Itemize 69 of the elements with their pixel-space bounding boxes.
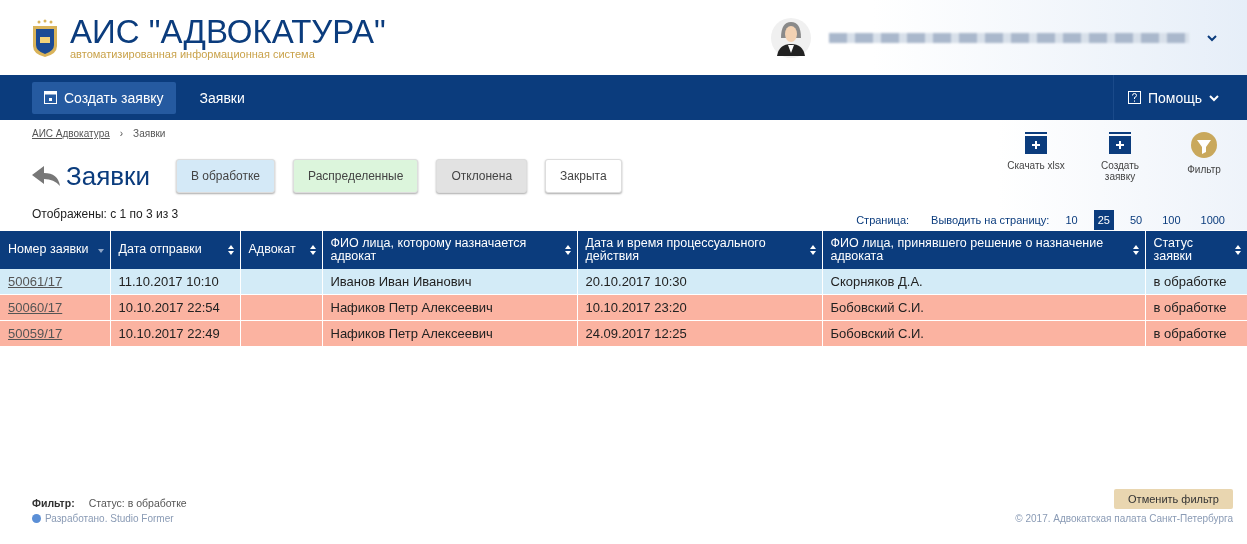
sort-icon[interactable]	[1233, 245, 1242, 255]
page-size-option[interactable]: 25	[1093, 210, 1114, 230]
sort-icon[interactable]	[308, 245, 317, 255]
breadcrumb-separator: ›	[119, 128, 124, 139]
breadcrumb-link[interactable]: АИС Адвокатура	[32, 128, 110, 139]
avatar-icon[interactable]	[771, 15, 811, 60]
page-label: Страница:	[856, 214, 910, 226]
table-cell: в обработке	[1145, 294, 1247, 321]
table-cell: 10.10.2017 23:20	[577, 294, 822, 321]
action-button[interactable]: Скачать xlsx	[1005, 132, 1067, 182]
app-title: АИС "АДВОКАТУРА"	[70, 15, 386, 48]
status-filter-button[interactable]: Распределенные	[293, 159, 419, 193]
filter-icon	[1191, 132, 1217, 158]
help-icon	[1127, 91, 1141, 104]
status-filter-button[interactable]: В обработке	[175, 159, 276, 193]
column-header[interactable]: Адвокат	[240, 231, 322, 269]
page-size-option[interactable]: 100	[1158, 210, 1185, 230]
request-link[interactable]: 50059/17	[8, 326, 63, 341]
table-cell: в обработке	[1145, 269, 1247, 295]
table-cell: Бобовский С.И.	[822, 294, 1145, 321]
page-size-option[interactable]: 10	[1061, 210, 1082, 230]
copyright-text: © 2017. Адвокатская палата Санкт-Петербурга	[1015, 513, 1233, 524]
table-cell: Нафиков Петр Алексеевич	[322, 294, 577, 321]
table-cell: 11.10.2017 10:10	[110, 269, 240, 295]
status-filter-button[interactable]: Закрыта	[545, 159, 622, 193]
filter-value: Статус: в обработке	[88, 497, 187, 509]
breadcrumb-current: Заявки	[133, 128, 166, 139]
action-button[interactable]: Фильтр	[1173, 132, 1235, 182]
plus-square-icon	[1109, 132, 1131, 154]
create-request-button[interactable]: Создать заявку	[32, 81, 176, 114]
table-cell: 10.10.2017 22:49	[110, 320, 240, 347]
request-link[interactable]: 50061/17	[8, 274, 63, 289]
table-cell: Нафиков Петр Алексеевич	[322, 320, 577, 347]
sort-icon[interactable]	[226, 245, 235, 255]
filter-label: Фильтр:	[32, 497, 75, 509]
shown-count: Отображены: с 1 по 3 из 3	[32, 207, 180, 221]
page-size-option[interactable]: 1000	[1196, 210, 1229, 230]
column-header[interactable]: Статус заявки	[1145, 231, 1247, 269]
page-size-option[interactable]: 50	[1125, 210, 1147, 230]
column-header[interactable]: ФИО лица, которому назначается адвокат	[322, 231, 577, 269]
sort-icon[interactable]	[1131, 245, 1140, 255]
plus-square-icon	[44, 91, 57, 104]
sort-icon[interactable]	[808, 245, 817, 255]
table-cell: Бобовский С.И.	[822, 320, 1145, 347]
studio-logo-icon	[32, 514, 41, 523]
column-header[interactable]: Дата отправки	[110, 231, 240, 269]
table-cell: 24.09.2017 12:25	[577, 320, 822, 347]
page-title: Заявки	[66, 160, 150, 192]
back-arrow-icon[interactable]	[32, 166, 60, 186]
help-menu[interactable]: Помощь	[1147, 89, 1202, 106]
nav-link[interactable]: Заявки	[199, 89, 245, 106]
reset-filter-button[interactable]: Отменить фильтр	[1114, 489, 1233, 509]
column-header[interactable]: Дата и время процессуального действия	[577, 231, 822, 269]
per-page-label: Выводить на страницу:	[931, 214, 1050, 226]
chevron-down-icon[interactable]	[1207, 33, 1217, 42]
request-link[interactable]: 50060/17	[8, 300, 63, 315]
table-cell: Иванов Иван Иванович	[322, 269, 577, 295]
app-subtitle: автоматизированная информационная система	[70, 48, 315, 60]
sort-icon[interactable]	[563, 245, 572, 255]
column-header[interactable]: ФИО лица, принявшего решение о назначение адвоката	[822, 231, 1145, 269]
status-filter-button[interactable]: Отклонена	[436, 159, 528, 193]
column-header[interactable]: Номер заявки	[0, 231, 110, 269]
table-cell: Скорняков Д.А.	[822, 269, 1145, 295]
action-button[interactable]: Создать заявку	[1089, 132, 1151, 182]
table-cell: 10.10.2017 22:54	[110, 294, 240, 321]
table-cell: 20.10.2017 10:30	[577, 269, 822, 295]
plus-square-icon	[1025, 132, 1047, 154]
table-cell: в обработке	[1145, 320, 1247, 347]
emblem-icon	[30, 17, 60, 58]
